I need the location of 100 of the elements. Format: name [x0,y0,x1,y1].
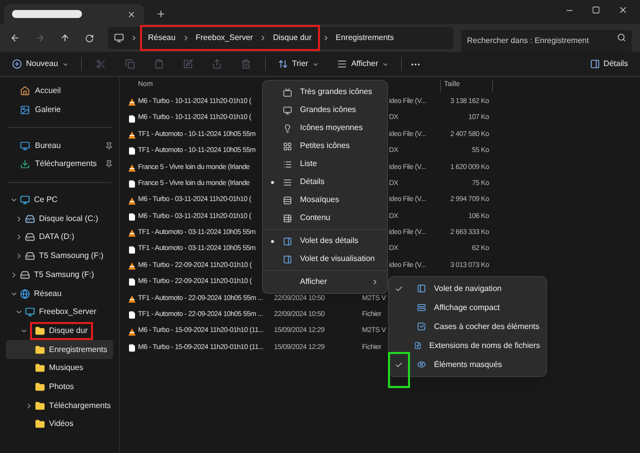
plus-icon [12,59,22,69]
cone-icon [128,328,136,336]
file-icon [128,246,136,254]
panel-icon [283,236,292,246]
option-icon [417,360,426,369]
panel-icon [283,254,292,264]
tree-item[interactable]: T5 Samsoung (F:) [6,246,113,266]
breadcrumb[interactable]: Freebox_Server [190,32,259,44]
pin-icon[interactable] [105,142,113,150]
redaction-mark [12,10,82,18]
tree-item[interactable]: Freebox_Server [6,302,113,322]
option-icon [414,341,422,350]
maximize-icon[interactable] [592,6,600,14]
folder-icon [35,344,45,355]
sidebar-item[interactable]: Téléchargements [0,155,119,174]
computer-icon [25,307,35,318]
sidebar-item[interactable]: Bureau [0,136,119,156]
tree-item[interactable]: Enregistrements [6,340,113,359]
menu-item[interactable]: Détails [263,173,387,191]
view-icon [283,160,292,168]
refresh-icon[interactable] [85,34,94,42]
menu-item[interactable]: Volet de navigation [389,279,546,298]
cone-icon [128,196,136,205]
tree-label: Réseau [34,288,62,300]
download-icon [20,159,30,170]
drive-icon [25,232,35,242]
search-field[interactable]: Rechercher dans : Enregistrement [461,30,632,52]
file-icon [128,147,136,156]
sidebar-label: Galerie [35,104,62,116]
tree-item[interactable]: Téléchargements [6,396,113,415]
tree-item[interactable]: T5 Samsung (F:) [6,266,113,284]
sidebar-item[interactable]: Galerie [0,100,119,120]
search-icon[interactable] [617,33,626,42]
submenu-item[interactable]: Afficher [263,273,387,291]
chevron-icon[interactable] [25,402,33,410]
view-icon [283,106,292,114]
menu-item[interactable]: Volet des détails [263,232,387,250]
tree-item[interactable]: Réseau [6,284,113,303]
cone-icon [128,164,136,172]
drive-icon [25,214,35,224]
new-tab-icon[interactable] [156,9,166,19]
back-icon[interactable] [10,33,20,43]
tree-label: Freebox_Server [39,306,96,318]
menu-item[interactable]: Cases à cocher des éléments [389,317,546,336]
menu-item[interactable]: Contenu [263,209,387,227]
cone-icon [128,98,136,106]
caret-icon [62,60,70,68]
menu-item[interactable]: Très grandes icônes [263,83,387,101]
chevron-icon[interactable] [15,233,23,242]
chevron-icon[interactable] [15,252,23,260]
tree-label: Enregistrements [49,344,108,356]
cone-icon [128,229,136,238]
details-button[interactable]: Détails [586,55,632,73]
caret-icon [382,60,390,68]
folder-icon [35,382,45,392]
new-button[interactable]: Nouveau [8,55,74,73]
menu-item[interactable]: Éléments masqués [389,355,546,374]
menu-item[interactable]: Extensions de noms de fichiers [389,336,546,355]
menu-item[interactable]: Icônes moyennes [263,119,387,137]
sort-button[interactable]: Trier [274,55,324,73]
forward-icon[interactable] [35,33,45,43]
tree-label: Musiques [49,362,84,374]
desktop-icon [20,140,30,151]
chevron-icon[interactable] [10,270,18,279]
view-icon [283,196,292,204]
tree-item[interactable]: Vidéos [6,415,113,434]
close-tab-icon[interactable] [127,10,136,18]
sort-icon [278,59,288,69]
menu-item[interactable]: Affichage compact [389,298,546,317]
tree-item[interactable]: Ce PC [6,190,113,210]
breadcrumb[interactable]: Disque dur [266,32,318,44]
pin-icon[interactable] [105,160,113,168]
up-icon[interactable] [60,33,70,43]
drive-icon [25,251,35,262]
chevron-icon[interactable] [15,214,23,223]
menu-item[interactable]: Liste [263,155,387,173]
gallery-icon [20,105,30,116]
tree-item[interactable]: Disque dur [6,322,113,340]
window-tab[interactable] [4,4,144,24]
menu-item[interactable]: Volet de visualisation [263,250,387,268]
menu-item[interactable]: Mosaïques [263,191,387,209]
close-icon[interactable] [618,5,628,15]
tree-item[interactable]: DATA (D:) [6,228,113,247]
chevron-icon [371,278,379,286]
sidebar-label: Accueil [35,85,62,98]
tree-item[interactable]: Disque local (C:) [6,209,113,228]
breadcrumb[interactable]: Enregistrements [330,32,400,44]
tree-item[interactable]: Musiques [6,358,113,378]
view-button[interactable]: Afficher [333,55,394,73]
tree-label: Ce PC [34,194,58,206]
menu-item[interactable]: Grandes icônes [263,101,387,119]
tree-label: Disque dur [49,324,88,337]
option-icon [417,284,426,293]
sidebar-item[interactable]: Accueil [0,82,119,101]
address-field[interactable]: Réseau Freebox_Server Disque dur Enregistrements [108,27,453,49]
tree-item[interactable]: Photos [6,378,113,396]
file-icon [128,212,136,221]
breadcrumb[interactable]: Réseau [142,32,182,44]
caret-icon [312,60,320,68]
menu-item[interactable]: Petites icônes [263,137,387,155]
